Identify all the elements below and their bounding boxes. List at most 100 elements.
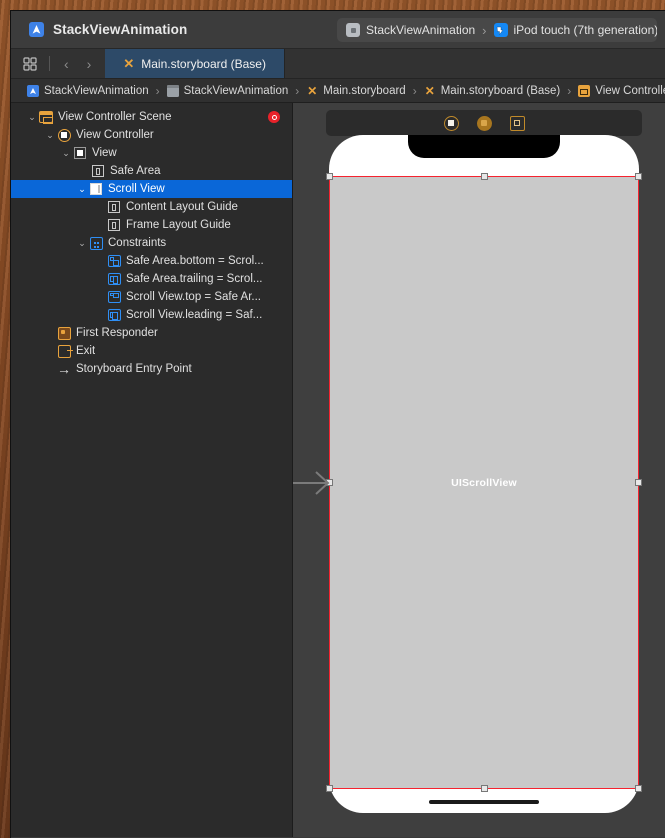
layout-guide-icon	[107, 200, 121, 214]
storyboard-canvas[interactable]: UIScrollView	[293, 103, 665, 837]
chevron-right-icon: ›	[155, 83, 160, 98]
resize-handle-bottom-center[interactable]	[480, 785, 488, 792]
outline-row-label: First Responder	[76, 327, 158, 339]
resize-handle-middle-right[interactable]	[635, 479, 642, 486]
outline-row-label: Scroll View	[108, 183, 165, 195]
device-notch	[408, 135, 560, 158]
scroll-view-label: UIScrollView	[451, 476, 517, 489]
scheme-destination-label: iPod touch (7th generation)	[513, 23, 657, 37]
constraint-bottom-icon	[107, 254, 121, 268]
outline-row-view-controller[interactable]: ⌄ View Controller	[11, 126, 292, 144]
outline-row-label: Content Layout Guide	[126, 201, 238, 213]
breadcrumb-label: View Controlle	[595, 84, 665, 97]
storyboard-icon: ✕	[424, 83, 435, 98]
resize-handle-top-left[interactable]	[326, 173, 333, 180]
view-icon	[73, 146, 87, 160]
outline-row-label: Constraints	[108, 237, 167, 249]
scheme-target-label: StackViewAnimation	[366, 23, 476, 37]
view-controller-icon	[578, 84, 591, 97]
constraint-top-icon	[107, 290, 121, 304]
layout-guide-icon	[91, 164, 105, 178]
outline-row-first-responder[interactable]: First Responder	[11, 324, 292, 342]
disclosure-triangle-icon[interactable]: ⌄	[75, 184, 89, 194]
outline-row-constraint-scroll-view-leading[interactable]: Scroll View.leading = Saf...	[11, 306, 292, 324]
disclosure-triangle-icon[interactable]: ⌄	[75, 238, 89, 248]
outline-row-label: Safe Area.bottom = Scrol...	[126, 255, 264, 267]
first-responder-icon	[57, 326, 71, 340]
resize-handle-bottom-left[interactable]	[326, 785, 333, 792]
breadcrumb-label: StackViewAnimation	[44, 84, 149, 97]
tab-label: Main.storyboard (Base)	[141, 56, 266, 71]
app-target-icon	[346, 23, 360, 37]
breadcrumb-item-view-controller[interactable]: View Controlle	[578, 84, 665, 97]
scroll-view-icon	[89, 182, 103, 196]
outline-row-view-controller-scene[interactable]: ⌄ View Controller Scene	[11, 108, 292, 126]
xcode-app-icon	[29, 22, 44, 37]
outline-row-label: Safe Area	[110, 165, 161, 177]
constraint-leading-icon	[107, 308, 121, 322]
outline-row-content-layout-guide[interactable]: Content Layout Guide	[11, 198, 292, 216]
disclosure-triangle-icon[interactable]: ⌄	[43, 130, 57, 140]
editor-split: ⌄ View Controller Scene ⌄ View Controlle…	[11, 103, 665, 837]
breadcrumb-label: StackViewAnimation	[183, 84, 289, 97]
error-badge[interactable]	[268, 111, 280, 123]
outline-row-exit[interactable]: Exit	[11, 342, 292, 360]
exit-icon	[57, 344, 73, 358]
exit-dock-icon[interactable]	[509, 115, 525, 131]
breadcrumb-item-storyboard-base[interactable]: ✕ Main.storyboard (Base)	[424, 85, 561, 97]
chevron-right-icon: ›	[295, 83, 300, 98]
breadcrumb-item-storyboard[interactable]: ✕ Main.storyboard	[306, 83, 406, 98]
outline-row-label: Frame Layout Guide	[126, 219, 231, 231]
simulator-device-icon	[493, 23, 508, 37]
editor-tabbar: ‹ › ✕ Main.storyboard (Base)	[11, 49, 665, 79]
resize-handle-bottom-right[interactable]	[635, 785, 642, 792]
forward-arrow-icon[interactable]: ›	[87, 57, 92, 71]
scheme-selector[interactable]: StackViewAnimation › iPod touch (7th gen…	[337, 18, 657, 42]
outline-row-safe-area[interactable]: Safe Area	[11, 162, 292, 180]
disclosure-triangle-icon[interactable]: ⌄	[59, 148, 73, 158]
outline-row-constraint-safe-area-trailing[interactable]: Safe Area.trailing = Scrol...	[11, 270, 292, 288]
disclosure-triangle-icon[interactable]: ⌄	[25, 112, 39, 122]
entry-point-icon: →	[57, 361, 71, 377]
outline-row-constraint-safe-area-bottom[interactable]: Safe Area.bottom = Scrol...	[11, 252, 292, 270]
resize-handle-top-right[interactable]	[635, 173, 642, 180]
breadcrumb: StackViewAnimation › StackViewAnimation …	[11, 79, 665, 103]
chevron-right-icon: ›	[482, 22, 487, 38]
outline-row-label: View Controller	[76, 129, 154, 141]
outline-row-view[interactable]: ⌄ View	[11, 144, 292, 162]
outline-row-scroll-view[interactable]: ⌄ Scroll View	[11, 180, 292, 198]
view-controller-icon	[57, 128, 71, 142]
back-arrow-icon[interactable]: ‹	[64, 57, 69, 71]
outline-row-label: View Controller Scene	[58, 111, 172, 123]
view-controller-dock-icon[interactable]	[443, 115, 459, 131]
scroll-view-selection[interactable]: UIScrollView	[293, 173, 642, 792]
project-icon	[27, 84, 39, 97]
home-indicator	[429, 800, 539, 804]
chevron-right-icon: ›	[412, 83, 417, 98]
layout-guide-icon	[107, 218, 121, 232]
tab-main-storyboard[interactable]: ✕ Main.storyboard (Base)	[105, 49, 285, 78]
constraint-trailing-icon	[107, 272, 121, 286]
scene-icon	[39, 110, 53, 124]
outline-row-constraint-scroll-view-top[interactable]: Scroll View.top = Safe Ar...	[11, 288, 292, 306]
breadcrumb-label: Main.storyboard (Base)	[440, 84, 561, 97]
breadcrumb-item-project[interactable]: StackViewAnimation	[27, 84, 149, 97]
tab-grid-icon[interactable]	[11, 49, 49, 78]
breadcrumb-label: Main.storyboard	[323, 84, 406, 97]
editor-history-nav: ‹ ›	[50, 49, 105, 78]
resize-handle-top-center[interactable]	[480, 173, 488, 180]
storyboard-icon: ✕	[123, 56, 135, 71]
constraints-icon	[89, 236, 103, 250]
first-responder-dock-icon[interactable]	[476, 115, 492, 131]
outline-row-storyboard-entry-point[interactable]: → Storyboard Entry Point	[11, 360, 292, 378]
storyboard-icon: ✕	[307, 83, 318, 98]
chevron-right-icon: ›	[567, 83, 572, 98]
window-titlebar: StackViewAnimation StackViewAnimation › …	[11, 11, 665, 49]
breadcrumb-item-folder[interactable]: StackViewAnimation	[166, 84, 289, 97]
scene-dock	[326, 110, 642, 136]
outline-row-frame-layout-guide[interactable]: Frame Layout Guide	[11, 216, 292, 234]
outline-row-constraints[interactable]: ⌄ Constraints	[11, 234, 292, 252]
project-title: StackViewAnimation	[53, 22, 188, 37]
document-outline: ⌄ View Controller Scene ⌄ View Controlle…	[11, 103, 293, 837]
xcode-window: StackViewAnimation StackViewAnimation › …	[10, 10, 665, 838]
